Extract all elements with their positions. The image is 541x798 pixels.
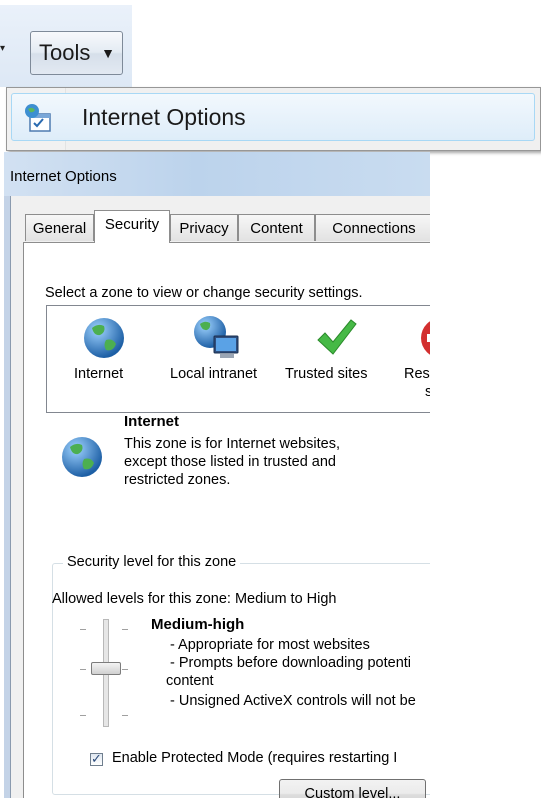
checkmark-icon (317, 319, 357, 355)
slider-tick (80, 629, 86, 630)
slider-tick (122, 669, 128, 670)
level-description-line: - Prompts before downloading potenti (170, 655, 412, 671)
tab-label: Connections (332, 220, 416, 237)
tab-connections[interactable]: Connections (315, 214, 430, 241)
restricted-icon (421, 321, 430, 355)
description-line: restricted zones. (124, 472, 231, 488)
security-level-legend: Security level for this zone (63, 554, 241, 570)
zone-label: Trusted sites (285, 366, 368, 382)
level-description-line: - Unsigned ActiveX controls will not be (170, 693, 416, 709)
tab-label: Content (250, 220, 303, 237)
tab-label: Security (104, 216, 160, 233)
zone-trusted-sites[interactable]: Trusted sites (279, 306, 389, 412)
custom-level-button[interactable]: Custom level... (279, 779, 426, 798)
level-description-line: content (166, 673, 214, 689)
internet-options-dialog: Internet Options General Security Privac… (4, 152, 430, 798)
tools-dropdown-menu: Internet Options (6, 87, 541, 151)
description-line: This zone is for Internet websites, (124, 436, 340, 452)
intranet-icon (194, 316, 239, 358)
protected-mode-label[interactable]: Enable Protected Mode (requires restarti… (112, 750, 397, 766)
security-level-slider-thumb[interactable] (91, 662, 121, 675)
dialog-body: General Security Privacy Content Connect… (10, 196, 430, 798)
globe-icon (84, 318, 124, 358)
zone-label: Internet (74, 366, 124, 382)
tab-security[interactable]: Security (94, 210, 170, 243)
zone-label: Local intranet (170, 366, 258, 382)
slider-tick (80, 669, 86, 670)
internet-options-label: Internet Options (82, 104, 246, 130)
dropdown-arrow-icon: ▼ (101, 45, 115, 61)
zone-restricted-sites[interactable]: Res s (399, 306, 430, 412)
selected-zone-name: Internet (124, 413, 180, 430)
tools-button-label: Tools (39, 40, 91, 65)
slider-tick (122, 629, 128, 630)
zone-label-line2: s (425, 384, 430, 400)
tools-menu-button[interactable]: Tools ▼ (30, 31, 123, 75)
dialog-title: Internet Options (10, 168, 117, 185)
tab-content[interactable]: Content (238, 214, 315, 241)
slider-tick (80, 715, 86, 716)
security-tab-panel: Select a zone to view or change security… (23, 242, 430, 798)
zone-instruction: Select a zone to view or change security… (45, 285, 363, 301)
globe-icon (62, 437, 102, 477)
command-bar: ▾ Tools ▼ (0, 5, 132, 87)
zone-internet[interactable]: Internet (47, 306, 157, 412)
allowed-levels-text: Allowed levels for this zone: Medium to … (52, 591, 337, 607)
zone-list: Internet Local intranet Trusted sites Re… (46, 305, 430, 413)
level-description-line: - Appropriate for most websites (170, 637, 370, 653)
internet-options-icon (25, 104, 51, 132)
chevron-down-icon[interactable]: ▾ (0, 43, 5, 54)
slider-tick (122, 715, 128, 716)
tab-privacy[interactable]: Privacy (170, 214, 238, 241)
checkmark-icon: ✓ (91, 751, 102, 766)
zone-local-intranet[interactable]: Local intranet (162, 306, 272, 412)
tab-label: General (32, 220, 87, 237)
description-line: except those listed in trusted and (124, 454, 336, 470)
zone-label: Res (404, 366, 430, 382)
security-level-name: Medium-high (151, 616, 245, 633)
tab-label: Privacy (179, 220, 229, 237)
protected-mode-checkbox[interactable]: ✓ (90, 751, 103, 766)
dialog-titlebar[interactable]: Internet Options (4, 152, 430, 196)
tab-general[interactable]: General (25, 214, 94, 241)
menu-item-internet-options[interactable]: Internet Options (11, 93, 535, 141)
selected-zone-description: This zone is for Internet websites, exce… (124, 435, 394, 489)
